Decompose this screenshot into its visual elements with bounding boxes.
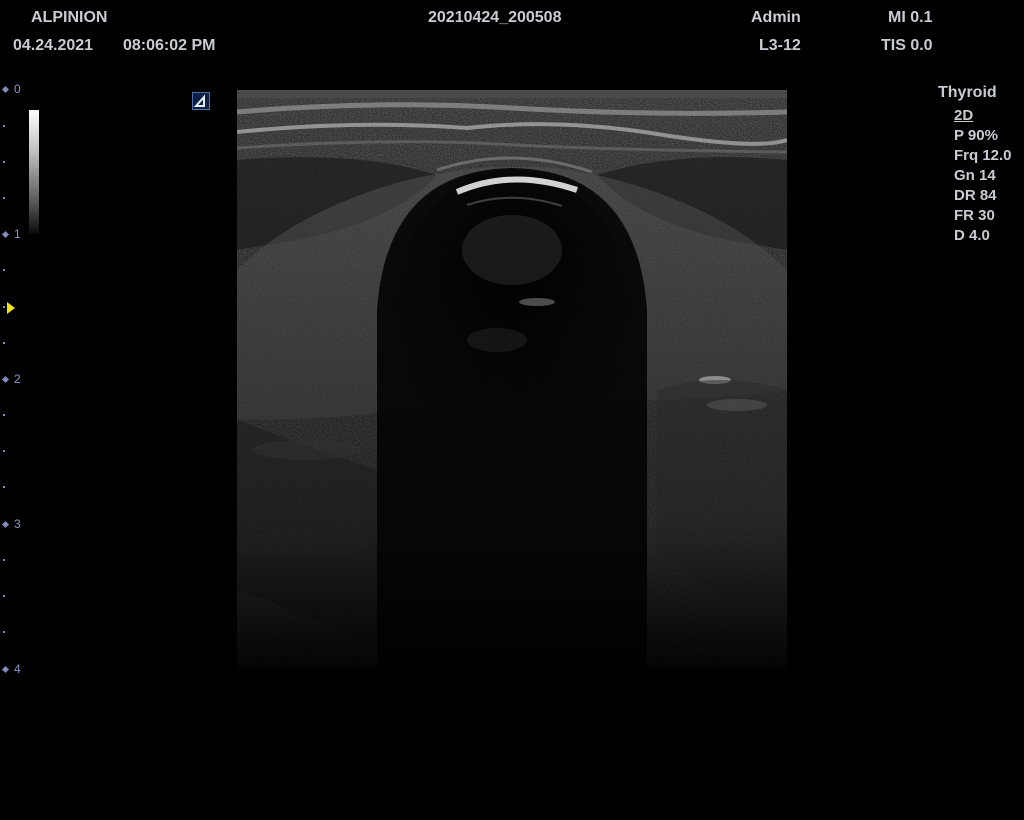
- exam-preset: Thyroid: [938, 84, 997, 101]
- thermal-index: TIS 0.0: [881, 37, 933, 54]
- gain-value: Gn 14: [954, 167, 996, 184]
- depth-minor-tick: [3, 631, 5, 633]
- depth-minor-tick: [3, 161, 5, 163]
- depth-label: 2: [14, 372, 21, 386]
- depth-minor-tick: [3, 450, 5, 452]
- power-value: P 90%: [954, 127, 998, 144]
- depth-ruler: 0 1 2 3 4: [0, 80, 30, 680]
- frame-rate-value: FR 30: [954, 207, 995, 224]
- depth-label: 0: [14, 82, 21, 96]
- focus-marker[interactable]: [7, 302, 15, 314]
- depth-label: 3: [14, 517, 21, 531]
- ultrasound-image[interactable]: [237, 90, 787, 670]
- imaging-mode: 2D: [954, 107, 974, 124]
- depth-minor-tick: [3, 595, 5, 597]
- study-id: 20210424_200508: [428, 9, 562, 26]
- depth-major-tick: [1, 520, 10, 529]
- dynamic-range-value: DR 84: [954, 187, 997, 204]
- depth-minor-tick: [3, 342, 5, 344]
- exam-time: 08:06:02 PM: [123, 37, 216, 54]
- depth-major-tick: [1, 665, 10, 674]
- depth-major-tick: [1, 230, 10, 239]
- probe-name: L3-12: [759, 37, 801, 54]
- depth-value: D 4.0: [954, 227, 990, 244]
- operator-name: Admin: [751, 9, 801, 26]
- depth-minor-tick: [3, 125, 5, 127]
- probe-orientation-icon: [192, 92, 210, 110]
- thyroid-scan-image: [237, 90, 787, 670]
- frequency-value: Frq 12.0: [954, 147, 1012, 164]
- brand-label: ALPINION: [31, 9, 108, 26]
- depth-major-tick: [1, 85, 10, 94]
- depth-minor-tick: [3, 306, 5, 308]
- mechanical-index: MI 0.1: [888, 9, 933, 26]
- depth-major-tick: [1, 375, 10, 384]
- exam-date: 04.24.2021: [13, 37, 94, 54]
- depth-minor-tick: [3, 197, 5, 199]
- grayscale-bar: [29, 110, 39, 234]
- depth-label: 1: [14, 227, 21, 241]
- depth-label: 4: [14, 662, 21, 676]
- depth-minor-tick: [3, 269, 5, 271]
- depth-minor-tick: [3, 414, 5, 416]
- depth-minor-tick: [3, 559, 5, 561]
- imaging-parameters: 2D P 90% Frq 12.0 Gn 14 DR 84 FR 30 D 4.…: [954, 106, 1012, 246]
- depth-minor-tick: [3, 486, 5, 488]
